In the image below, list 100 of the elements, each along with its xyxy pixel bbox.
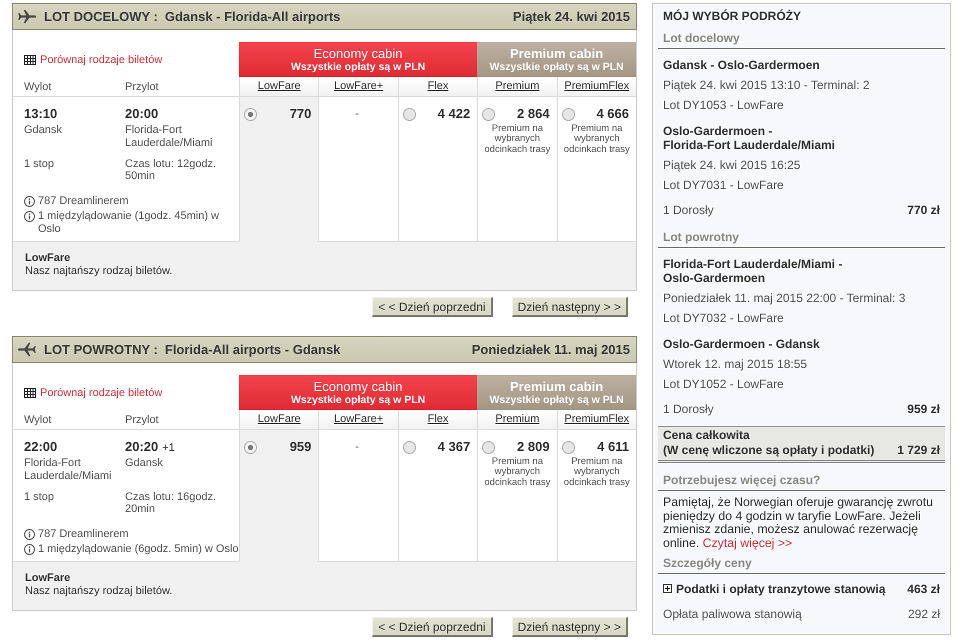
- fare-type-link[interactable]: LowFare+: [334, 413, 384, 425]
- info-icon: [24, 529, 35, 540]
- column-label: Wylot: [24, 80, 52, 92]
- cabin-name: Premium cabin: [510, 46, 604, 60]
- arrival-time: 20:20: [125, 439, 158, 454]
- section-heading: Lot powrotny: [658, 227, 945, 248]
- fare-type-link[interactable]: PremiumFlex: [564, 80, 630, 92]
- compare-fares-link[interactable]: Porównaj rodzaje biletów: [24, 54, 162, 66]
- section-heading: Szczegóły ceny: [658, 552, 945, 574]
- segment-departure: Wtorek 12. maj 2015 18:55: [663, 356, 808, 373]
- table-icon: [24, 388, 36, 398]
- stops-text: 1 stop: [24, 158, 55, 172]
- read-more-link[interactable]: Czytaj więcej >>: [702, 536, 792, 550]
- radio-button[interactable]: [402, 108, 416, 120]
- fare-price: 4 666: [596, 106, 629, 122]
- segment-departure: Piątek 24. kwi 2015 16:25: [663, 157, 802, 174]
- passenger-count: 1 Dorosły: [663, 401, 714, 418]
- compare-fares-link[interactable]: Porównaj rodzaje biletów: [24, 386, 162, 400]
- fare-type-link[interactable]: Flex: [428, 413, 448, 425]
- fare-price: 770: [290, 106, 312, 122]
- unavailable-mark: -: [355, 107, 359, 122]
- info-icon: [24, 211, 35, 222]
- airplane-icon: [17, 9, 37, 24]
- cabin-name: Economy cabin: [314, 46, 403, 60]
- price-item-amount: 463 zł: [907, 580, 940, 598]
- departure-city: Gdansk: [24, 124, 63, 138]
- info-paragraph: Pamiętaj, że Norwegian oferuje gwarancję zwrotu pieniędzy do 4 godzin w taryfie LowFare. Jeżeli zmienisz zdanie, możesz anulować rezerwację online. Czytaj więcej >>: [662, 496, 934, 551]
- section-heading: Lot docelowy: [658, 28, 945, 49]
- day-nav-button[interactable]: < < Dzień poprzedni: [372, 297, 493, 317]
- info-text: 787 Dreamlinerem: [38, 195, 128, 208]
- price-item-amount: 292 zł: [908, 606, 940, 623]
- departure-time: 13:10: [24, 106, 58, 121]
- info-text: 1 międzylądowanie (6godz. 5min) w Oslo: [38, 543, 239, 556]
- column-label: Wylot: [24, 414, 52, 426]
- stops-text: 1 stop: [24, 491, 55, 505]
- day-nav-button[interactable]: Dzień następny > >: [512, 617, 628, 637]
- cabin-name: Economy cabin: [314, 378, 403, 394]
- table-icon: [24, 55, 36, 65]
- fare-type-link[interactable]: LowFare: [258, 80, 301, 92]
- fare-summary-name: LowFare: [25, 572, 70, 584]
- airplane-icon: [17, 342, 37, 357]
- summary-title: MÓJ WYBÓR PODRÓŻY: [662, 8, 802, 25]
- segment-departure: Poniedziałek 11. maj 2015 22:00 - Terminal: 3: [663, 290, 906, 307]
- radio-button[interactable]: [562, 108, 575, 120]
- cabin-note: Wszystkie opłaty są w PLN: [489, 60, 624, 74]
- flight-route: Gdansk - Florida-All airports: [164, 9, 340, 24]
- cabin-note: Wszystkie opłaty są w PLN: [489, 394, 624, 406]
- fare-summary-text: Nasz najtańszy rodzaj biletów.: [25, 584, 172, 597]
- segment-route: Florida-Fort Lauderdale/Miami - Oslo-Gardermoen: [663, 257, 844, 285]
- fare-price: 4 611: [597, 439, 629, 455]
- fare-price: 2 809: [517, 439, 550, 455]
- flight-date: Piątek 24. kwi 2015: [512, 9, 630, 24]
- departure-time: 22:00: [24, 439, 58, 454]
- day-nav-button[interactable]: < < Dzień poprzedni: [372, 617, 493, 637]
- flight-duration: Czas lotu: 16godz. 20min: [125, 491, 218, 515]
- fare-type-link[interactable]: LowFare: [258, 413, 301, 425]
- fare-type-link[interactable]: PremiumFlex: [564, 413, 630, 425]
- segment-route: Oslo-Gardermoen - Florida-Fort Lauderdale/Miami: [663, 124, 836, 152]
- radio-button[interactable]: [244, 108, 257, 120]
- fare-type-link[interactable]: Premium: [495, 80, 540, 92]
- radio-button[interactable]: [562, 440, 575, 454]
- arrival-city: Florida-Fort Lauderdale/Miami: [125, 124, 214, 149]
- fare-type-link[interactable]: Flex: [428, 80, 448, 92]
- flight-direction-label: LOT DOCELOWY :: [44, 9, 158, 24]
- radio-button[interactable]: [402, 440, 416, 454]
- flight-direction-label: LOT POWROTNY :: [44, 342, 158, 357]
- flight-date: Poniedziałek 11. maj 2015: [472, 342, 630, 357]
- fare-type-link[interactable]: LowFare+: [334, 80, 384, 92]
- day-offset: +1: [162, 442, 175, 454]
- radio-button[interactable]: [244, 440, 257, 454]
- cabin-name: Premium cabin: [510, 378, 604, 394]
- passenger-count: 1 Dorosły: [663, 202, 714, 219]
- segment-flight: Lot DY7032 - LowFare: [663, 310, 785, 327]
- segment-flight: Lot DY1053 - LowFare: [663, 97, 785, 114]
- flight-route: Florida-All airports - Gdansk: [164, 342, 340, 357]
- trip-price: 959 zł: [907, 401, 940, 418]
- fare-type-link[interactable]: Premium: [495, 413, 540, 425]
- arrival-time: 20:00: [125, 106, 158, 121]
- total-note: (W cenę wliczone są opłaty i podatki): [663, 443, 876, 458]
- radio-button[interactable]: [482, 440, 496, 454]
- cabin-note: Wszystkie opłaty są w PLN: [290, 60, 426, 74]
- arrival-city: Gdansk: [125, 457, 164, 471]
- radio-button[interactable]: [482, 108, 496, 120]
- fare-note: Premium na wybranych odcinkach trasy: [483, 124, 552, 155]
- departure-city: Florida-Fort Lauderdale/Miami: [24, 457, 112, 482]
- segment-flight: Lot DY7031 - LowFare: [663, 177, 785, 194]
- day-nav-button[interactable]: Dzień następny > >: [512, 297, 628, 317]
- fare-price: 4 422: [438, 106, 470, 122]
- segment-route: Oslo-Gardermoen - Gdansk: [663, 337, 821, 351]
- price-item-label[interactable]: Podatki i opłaty tranzytowe stanowią: [676, 578, 886, 599]
- segment-flight: Lot DY1052 - LowFare: [663, 376, 785, 393]
- plus-box-icon[interactable]: [663, 584, 672, 594]
- fare-note: Premium na wybranych odcinkach trasy: [483, 457, 552, 488]
- total-price: 1 729 zł: [897, 443, 940, 458]
- fare-note: Premium na wybranych odcinkach trasy: [562, 124, 631, 155]
- info-icon: [24, 196, 35, 207]
- column-label: Przylot: [125, 80, 160, 92]
- section-heading: Potrzebujesz więcej czasu?: [658, 470, 945, 491]
- fare-note: Premium na wybranych odcinkach trasy: [562, 457, 631, 488]
- info-icon: [24, 544, 35, 555]
